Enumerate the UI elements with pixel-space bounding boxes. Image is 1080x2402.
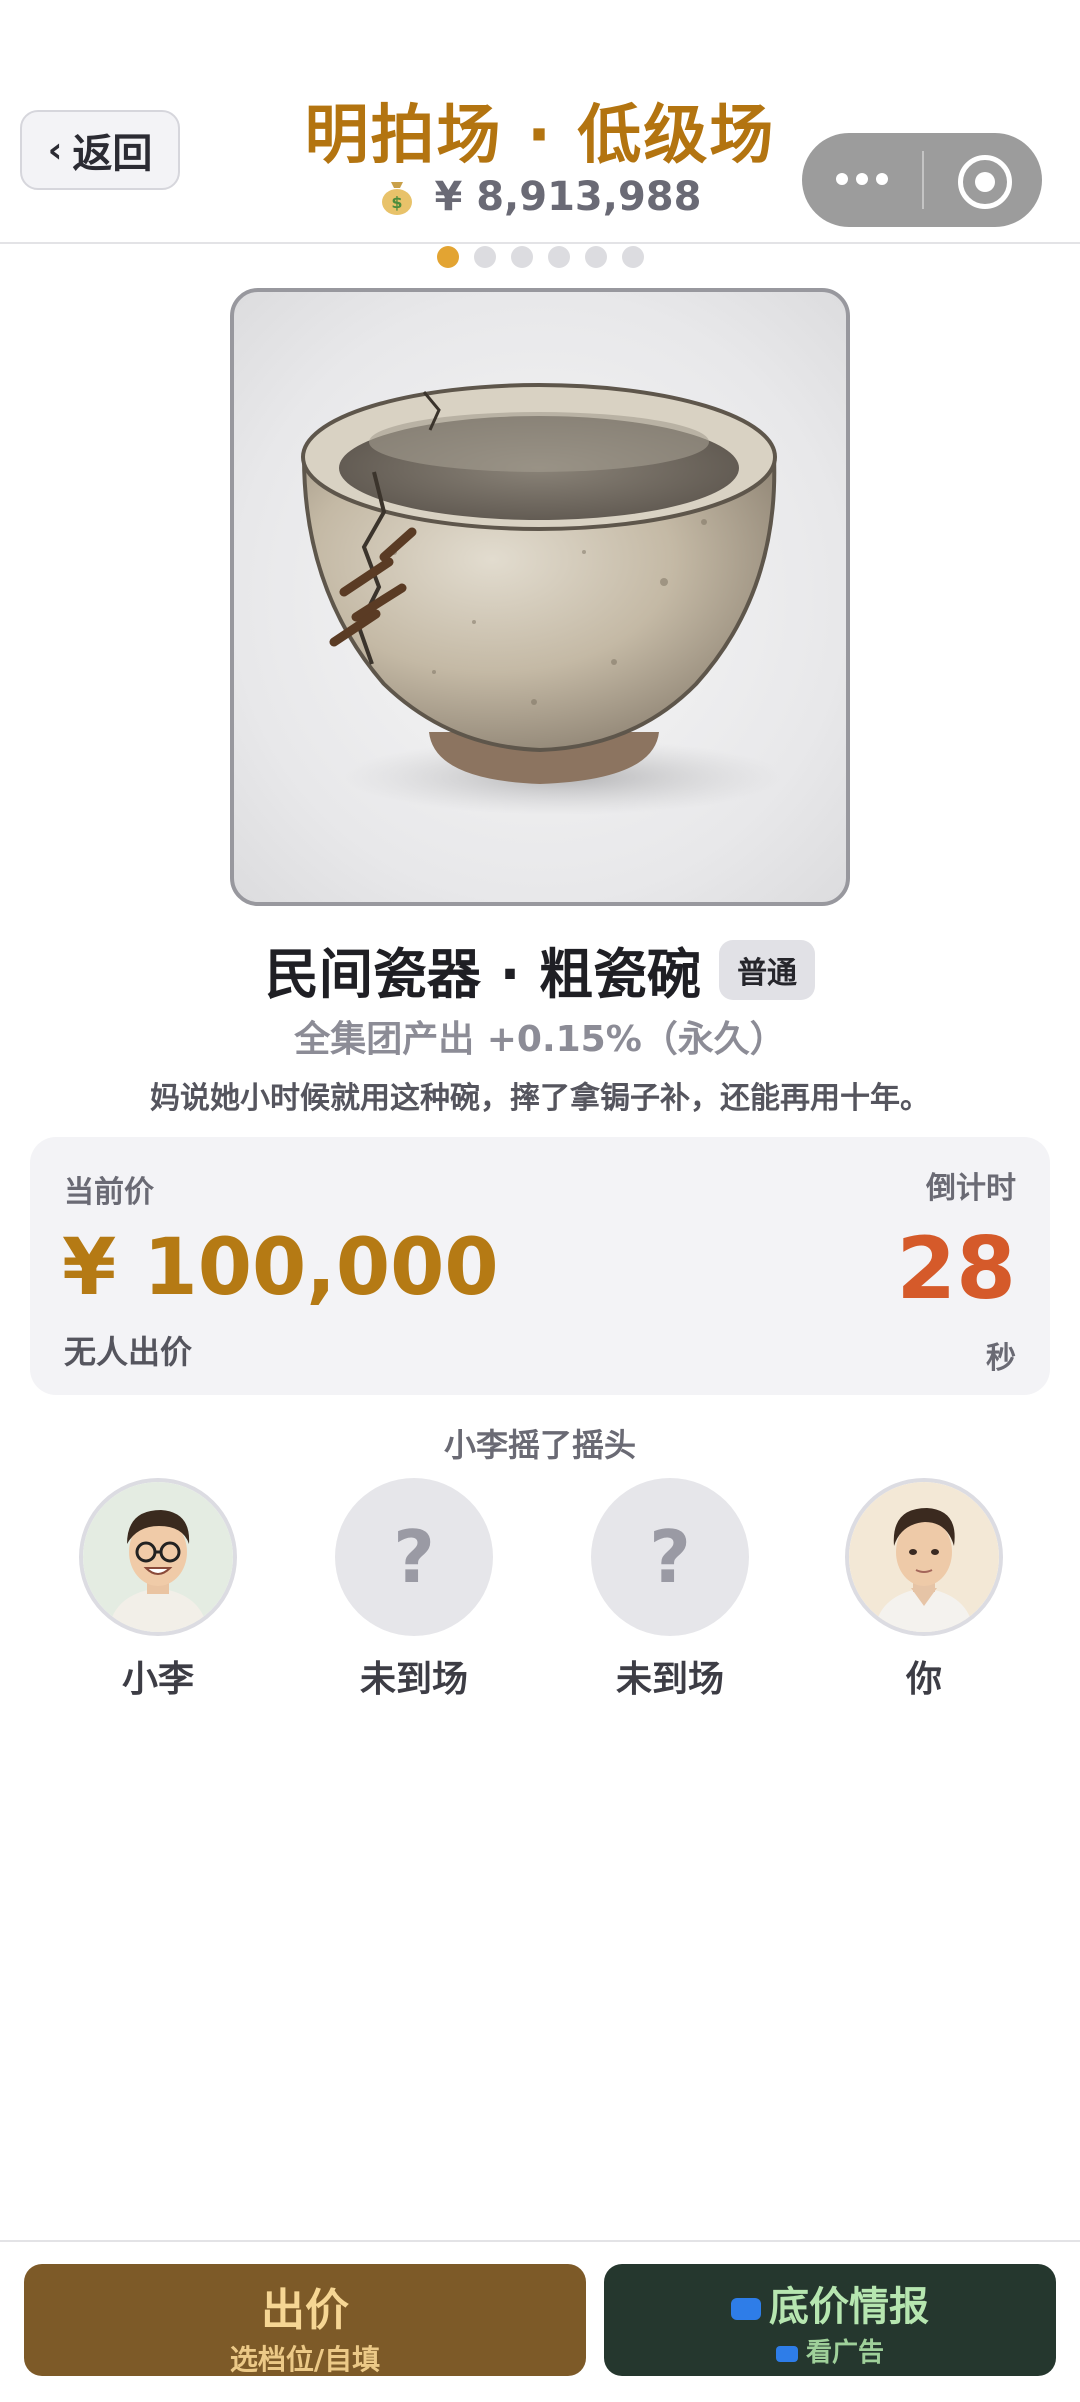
reserve-price-intel-button[interactable]: 底价情报 看广告 [604,2264,1056,2376]
item-image [230,288,850,906]
bottom-action-bar: 出价 选档位/自填 底价情报 看广告 [0,2240,1080,2402]
bidder-slot[interactable]: ? 未到场 [334,1478,494,1702]
bid-button[interactable]: 出价 选档位/自填 [24,2264,586,2376]
countdown-label: 倒计时 [926,1171,1016,1206]
current-price-label: 当前价 [64,1175,154,1210]
pager-dot[interactable] [510,246,533,268]
cracked-bowl-illustration [301,383,784,815]
empty-seat-icon: ? [591,1478,749,1636]
bidder-slot[interactable]: ? 未到场 [590,1478,750,1702]
bidder-name: 小李 [121,1659,194,1700]
tv-icon [775,2345,798,2362]
intel-button-sublabel: 看广告 [805,2338,884,2368]
pager-dot[interactable] [547,246,570,268]
countdown-timer: 28 [896,1219,1016,1319]
bidder-avatar-xiaoli [83,1482,233,1632]
bidder-name: 未到场 [615,1659,724,1700]
balance-amount: ¥ 8,913,988 [434,174,702,220]
item-effect: 全集团产出 +0.15%（永久） [294,1019,786,1060]
pager-dot[interactable] [473,246,496,268]
item-description: 妈说她小时候就用这种碗，摔了拿锔子补，还能再用十年。 [150,1081,930,1116]
tv-icon [731,2298,761,2320]
intel-button-main: 底价情报 [604,2274,1056,2332]
bidder-action-message: 小李摇了摇头 [443,1426,636,1464]
bidder-slot[interactable]: 小李 [78,1478,238,1702]
bid-button-sublabel: 选档位/自填 [229,2343,381,2376]
money-bag-icon: $ [379,174,415,220]
avatar [845,1478,1003,1636]
pager-dot[interactable] [584,246,607,268]
current-price: ¥ 100,000 [62,1223,499,1313]
item-name: 民间瓷器 · 粗瓷碗 [264,943,702,1006]
empty-seat-icon: ? [335,1478,493,1636]
bidder-name: 你 [905,1659,942,1700]
intel-button-label: 底价情报 [769,2284,929,2330]
pager-dot[interactable] [436,246,459,268]
mini-program-capsule [802,133,1042,227]
intel-button-subrow: 看广告 [604,2332,1056,2369]
top-nav-bar: ‹ 返回 明拍场 · 低级场 $ ¥ 8,913,988 [0,0,1080,244]
price-panel: 当前价 倒计时 ¥ 100,000 28 无人出价 秒 [30,1137,1050,1395]
bidder-slot[interactable]: 你 [844,1478,1004,1702]
bid-status: 无人出价 [64,1333,193,1371]
bid-button-label: 出价 [261,2285,349,2336]
countdown-unit: 秒 [986,1341,1016,1376]
item-title-row: 民间瓷器 · 粗瓷碗 普通 [0,930,1080,1009]
bidder-name: 未到场 [359,1659,468,1700]
rarity-badge: 普通 [719,939,816,1000]
capsule-divider [922,151,924,209]
pager-dot[interactable] [621,246,644,268]
bidder-avatar-you [849,1482,999,1632]
svg-text:$: $ [391,193,402,212]
close-miniprogram-icon[interactable] [958,155,1012,209]
bidder-list: 小李 ? 未到场 ? 未到场 你 [0,1478,1080,1718]
item-pager-dots [0,246,1080,268]
more-menu-icon[interactable] [836,159,888,199]
avatar [79,1478,237,1636]
